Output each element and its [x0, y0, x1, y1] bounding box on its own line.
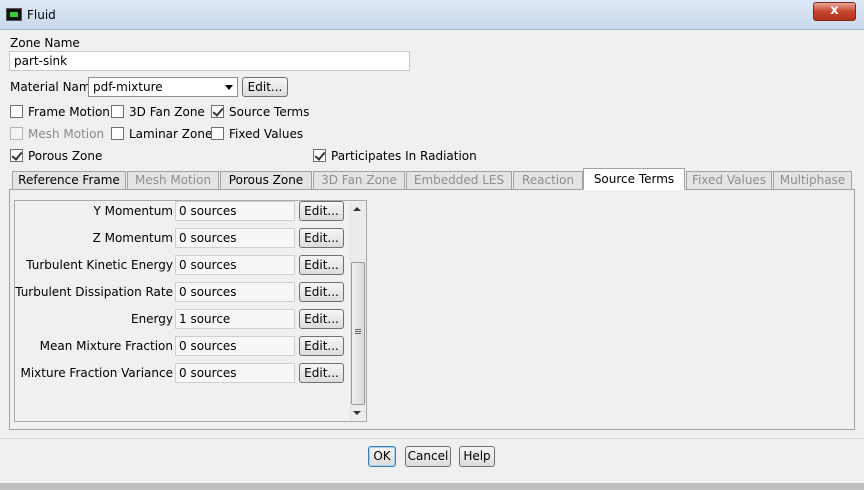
title-bar: Fluid x — [0, 0, 864, 30]
material-edit-button[interactable]: Edit... — [242, 77, 288, 97]
laminar-zone-checkbox[interactable] — [111, 127, 124, 140]
tab-3d-fan-zone: 3D Fan Zone — [313, 171, 405, 190]
source-term-value: 0 sources — [175, 336, 295, 356]
source-terms-checkbox[interactable] — [211, 105, 224, 118]
source-term-edit-button[interactable]: Edit... — [299, 255, 344, 275]
window-title: Fluid — [27, 8, 56, 22]
divider — [0, 438, 864, 439]
source-term-value: 0 sources — [175, 255, 295, 275]
source-term-label: Energy — [130, 312, 173, 326]
scrollbar-thumb[interactable] — [351, 262, 365, 405]
source-term-edit-button[interactable]: Edit... — [299, 282, 344, 302]
cancel-button[interactable]: Cancel — [405, 446, 451, 467]
source-term-value: 1 source — [175, 309, 295, 329]
chevron-down-icon — [225, 85, 233, 90]
source-term-label: Turbulent Dissipation Rate — [15, 285, 173, 299]
porous-zone-checkbox[interactable] — [10, 149, 23, 162]
tab-source-terms[interactable]: Source Terms — [583, 168, 685, 190]
fan-zone-label: 3D Fan Zone — [129, 105, 205, 119]
radiation-checkbox[interactable] — [313, 149, 326, 162]
tab-embedded-les: Embedded LES — [406, 171, 512, 190]
frame-motion-label: Frame Motion — [28, 105, 110, 119]
source-term-edit-button[interactable]: Edit... — [299, 363, 344, 383]
material-select[interactable]: pdf-mixture — [88, 77, 238, 97]
source-term-edit-button[interactable]: Edit... — [299, 309, 344, 329]
mesh-motion-checkbox — [10, 127, 23, 140]
mesh-motion-label: Mesh Motion — [28, 127, 105, 141]
source-term-label: Z Momentum — [92, 231, 173, 245]
source-term-label: Mixture Fraction Variance — [20, 366, 173, 380]
scroll-up-icon[interactable] — [353, 207, 361, 211]
fluent-app-icon — [6, 8, 22, 21]
tab-porous-zone[interactable]: Porous Zone — [220, 171, 312, 190]
source-term-value: 0 sources — [175, 228, 295, 248]
source-term-label: Mean Mixture Fraction — [39, 339, 173, 353]
source-term-label: Turbulent Kinetic Energy — [26, 258, 173, 272]
source-term-label: Y Momentum — [93, 204, 173, 218]
source-term-value: 0 sources — [175, 363, 295, 383]
source-term-edit-button[interactable]: Edit... — [299, 228, 344, 248]
radiation-label: Participates In Radiation — [331, 149, 477, 163]
zone-name-input[interactable]: part-sink — [9, 51, 410, 71]
source-term-value: 0 sources — [175, 282, 295, 302]
source-term-edit-button[interactable]: Edit... — [299, 201, 344, 221]
tab-reference-frame[interactable]: Reference Frame — [12, 171, 126, 190]
source-term-value: 0 sources — [175, 201, 295, 221]
close-button[interactable]: x — [813, 2, 856, 21]
scroll-down-icon[interactable] — [353, 411, 361, 415]
tab-reaction: Reaction — [513, 171, 583, 190]
zone-name-label: Zone Name — [10, 36, 80, 50]
laminar-zone-label: Laminar Zone — [129, 127, 213, 141]
bottom-edge — [0, 483, 864, 490]
material-select-value: pdf-mixture — [93, 80, 163, 94]
fan-zone-checkbox[interactable] — [111, 105, 124, 118]
frame-motion-checkbox[interactable] — [10, 105, 23, 118]
source-term-edit-button[interactable]: Edit... — [299, 336, 344, 356]
help-button[interactable]: Help — [459, 446, 495, 467]
fixed-values-checkbox[interactable] — [211, 127, 224, 140]
tab-fixed-values: Fixed Values — [686, 171, 772, 190]
tab-multiphase: Multiphase — [773, 171, 852, 190]
source-terms-label: Source Terms — [229, 105, 310, 119]
ok-button[interactable]: OK — [368, 446, 396, 467]
material-name-label: Material Name — [10, 80, 98, 94]
fixed-values-label: Fixed Values — [229, 127, 304, 141]
porous-zone-label: Porous Zone — [28, 149, 103, 163]
tab-mesh-motion: Mesh Motion — [127, 171, 219, 190]
grip-icon — [355, 329, 361, 330]
